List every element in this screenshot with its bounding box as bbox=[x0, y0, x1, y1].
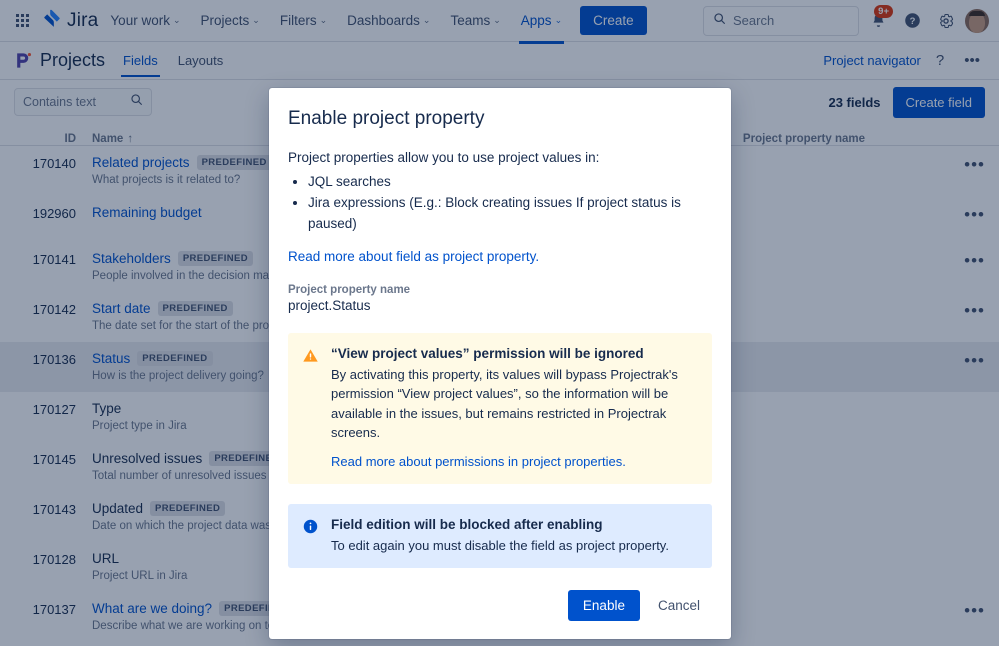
permission-warning-banner: “View project values” permission will be… bbox=[288, 333, 712, 484]
permission-warning-content: “View project values” permission will be… bbox=[331, 346, 698, 471]
read-more-field-as-project-property-link[interactable]: Read more about field as project propert… bbox=[288, 249, 539, 264]
field-edition-info-banner: Field edition will be blocked after enab… bbox=[288, 504, 712, 569]
dialog-bullet-list: JQL searches Jira expressions (E.g.: Blo… bbox=[308, 172, 712, 235]
project-property-name-label: Project property name bbox=[288, 284, 712, 296]
bullet-jira-expressions: Jira expressions (E.g.: Block creating i… bbox=[308, 193, 712, 235]
warning-triangle-icon bbox=[302, 346, 320, 471]
app-root: Jira Your work ⌄ Projects ⌄ Filters ⌄ Da… bbox=[0, 0, 999, 646]
warning-title: “View project values” permission will be… bbox=[331, 346, 698, 361]
warning-body: By activating this property, its values … bbox=[331, 365, 698, 443]
info-circle-icon bbox=[302, 517, 320, 556]
field-edition-info-content: Field edition will be blocked after enab… bbox=[331, 517, 669, 556]
enable-button[interactable]: Enable bbox=[568, 590, 640, 621]
dialog-lead-text: Project properties allow you to use proj… bbox=[288, 150, 712, 165]
read-more-permissions-link[interactable]: Read more about permissions in project p… bbox=[331, 454, 626, 469]
cancel-button[interactable]: Cancel bbox=[646, 590, 712, 621]
info-body: To edit again you must disable the field… bbox=[331, 536, 669, 556]
dialog-action-bar: Enable Cancel bbox=[288, 590, 712, 621]
bullet-jql-searches: JQL searches bbox=[308, 172, 712, 193]
dialog-title: Enable project property bbox=[288, 108, 712, 130]
project-property-name-value: project.Status bbox=[288, 298, 712, 313]
enable-project-property-dialog: Enable project property Project properti… bbox=[269, 88, 731, 639]
info-title: Field edition will be blocked after enab… bbox=[331, 517, 669, 532]
